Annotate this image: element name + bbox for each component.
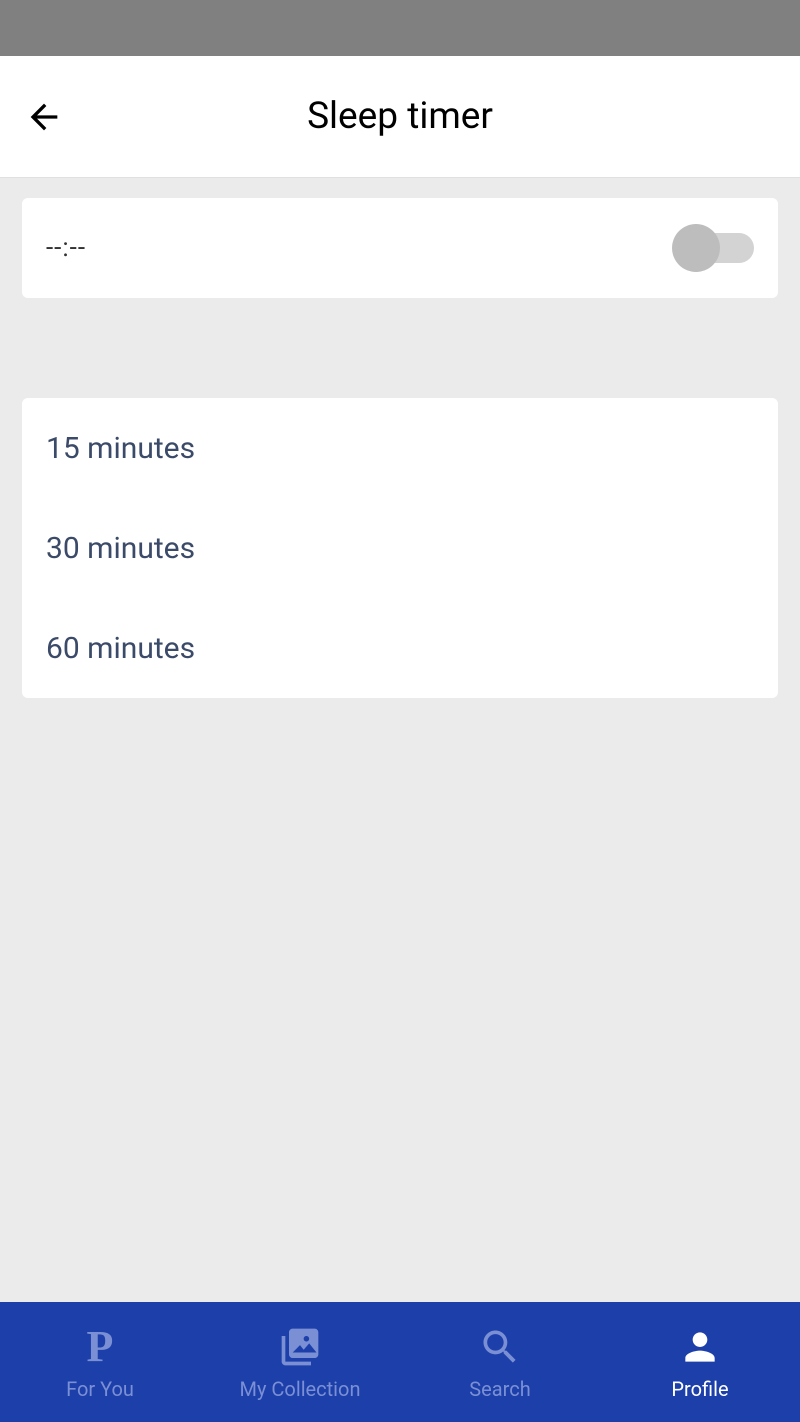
- profile-icon: [676, 1323, 724, 1371]
- timer-display: --:--: [46, 233, 86, 263]
- toggle-thumb: [672, 224, 720, 272]
- nav-label: My Collection: [240, 1377, 361, 1401]
- option-label: 60 minutes: [46, 631, 195, 666]
- header: Sleep timer: [0, 56, 800, 178]
- page-title: Sleep timer: [0, 95, 800, 138]
- nav-profile[interactable]: Profile: [600, 1302, 800, 1422]
- timer-options-list: 15 minutes 30 minutes 60 minutes: [22, 398, 778, 698]
- nav-my-collection[interactable]: My Collection: [200, 1302, 400, 1422]
- pandora-icon: P: [76, 1323, 124, 1371]
- timer-option-30[interactable]: 30 minutes: [22, 498, 778, 598]
- nav-label: Search: [469, 1377, 530, 1401]
- timer-option-15[interactable]: 15 minutes: [22, 398, 778, 498]
- nav-for-you[interactable]: P For You: [0, 1302, 200, 1422]
- timer-option-60[interactable]: 60 minutes: [22, 598, 778, 698]
- option-label: 15 minutes: [46, 431, 195, 466]
- search-icon: [476, 1323, 524, 1371]
- status-bar: [0, 0, 800, 56]
- timer-toggle-card: --:--: [22, 198, 778, 298]
- arrow-left-icon: [24, 97, 64, 137]
- nav-search[interactable]: Search: [400, 1302, 600, 1422]
- nav-label: Profile: [671, 1377, 728, 1401]
- collection-icon: [276, 1323, 324, 1371]
- bottom-navigation: P For You My Collection Search Profile: [0, 1302, 800, 1422]
- timer-toggle-switch[interactable]: [676, 228, 754, 268]
- back-button[interactable]: [24, 97, 64, 137]
- content-area: --:-- 15 minutes 30 minutes 60 minutes: [0, 178, 800, 1302]
- nav-label: For You: [66, 1377, 134, 1401]
- option-label: 30 minutes: [46, 531, 195, 566]
